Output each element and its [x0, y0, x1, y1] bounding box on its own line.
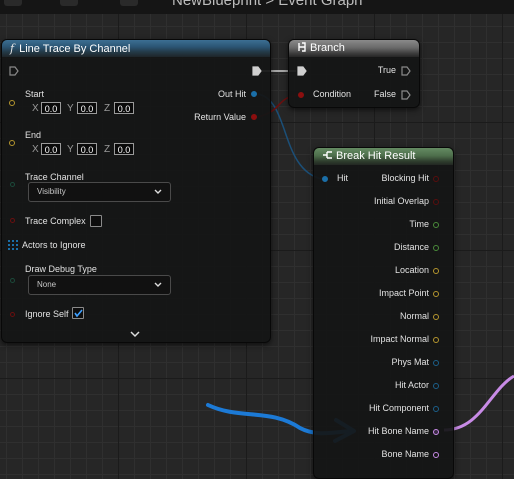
node-title: Break Hit Result: [336, 150, 416, 162]
hit-bone-name-wire: [443, 374, 514, 432]
hit-actor-pin[interactable]: [433, 383, 439, 389]
end-x-axis-label: X: [32, 144, 39, 155]
trace-channel-dropdown[interactable]: Visibility: [28, 182, 171, 202]
end-label: End: [25, 130, 42, 140]
normal-pin[interactable]: [433, 314, 439, 320]
start-x-axis-label: X: [32, 103, 39, 114]
node-header[interactable]: Break Hit Result: [314, 148, 453, 165]
start-vector-pin[interactable]: [9, 100, 15, 106]
out-hit-label: Out Hit: [217, 89, 246, 99]
advanced-display-chevron-icon[interactable]: [130, 331, 140, 338]
location-pin[interactable]: [433, 268, 439, 274]
node-header[interactable]: Branch: [289, 40, 419, 57]
start-x-field[interactable]: 0.0: [41, 102, 61, 114]
end-y-field[interactable]: 0.0: [77, 143, 97, 155]
hit-label: Hit: [337, 173, 348, 183]
false-exec-pin[interactable]: [401, 90, 411, 100]
ignore-self-checkbox[interactable]: [72, 307, 84, 319]
start-y-field[interactable]: 0.0: [77, 102, 97, 114]
true-exec-pin[interactable]: [401, 66, 411, 76]
checkmark-icon: [74, 309, 83, 318]
end-y-axis-label: Y: [67, 144, 74, 155]
chevron-down-icon: [154, 189, 162, 194]
end-z-axis-label: Z: [104, 144, 111, 155]
trace-complex-label: Trace Complex: [25, 216, 86, 226]
ignore-self-label: Ignore Self: [25, 309, 69, 319]
output-label: Bone Name: [381, 449, 429, 459]
output-label: Phys Mat: [391, 357, 429, 367]
output-label: Impact Point: [378, 288, 429, 298]
node-title: Line Trace By Channel: [19, 43, 131, 55]
bone-name-pin[interactable]: [433, 452, 439, 458]
exec-out-pin[interactable]: [252, 66, 262, 76]
output-label: Distance: [393, 242, 429, 252]
array-pin-icon[interactable]: [8, 240, 18, 250]
ignore-self-pin[interactable]: [10, 312, 15, 317]
function-icon: f: [10, 42, 15, 55]
output-label: Hit Actor: [394, 380, 429, 390]
output-label: Hit Component: [368, 403, 429, 413]
output-label: Location: [394, 265, 429, 275]
actors-to-ignore-label: Actors to Ignore: [22, 240, 86, 250]
trace-complex-checkbox[interactable]: [90, 215, 102, 227]
condition-label: Condition: [313, 89, 352, 99]
blocking-hit-pin[interactable]: [433, 176, 439, 182]
output-label: Blocking Hit: [381, 173, 429, 183]
trace-channel-pin[interactable]: [10, 182, 15, 187]
impact-normal-pin[interactable]: [433, 337, 439, 343]
exec-in-pin[interactable]: [9, 66, 19, 76]
end-vector-pin[interactable]: [9, 140, 15, 146]
break-struct-icon: [323, 151, 332, 159]
draw-debug-type-pin[interactable]: [10, 278, 15, 283]
branch-icon: [298, 42, 306, 52]
start-label: Start: [25, 89, 45, 99]
hit-input-pin[interactable]: [322, 176, 328, 182]
time-pin[interactable]: [433, 222, 439, 228]
draw-debug-type-label: Draw Debug Type: [25, 264, 97, 274]
node-title: Branch: [310, 42, 345, 54]
condition-pin[interactable]: [298, 92, 304, 98]
distance-pin[interactable]: [433, 245, 439, 251]
start-y-axis-label: Y: [67, 103, 74, 114]
draw-debug-type-value: None: [37, 280, 57, 289]
end-x-field[interactable]: 0.0: [41, 143, 61, 155]
return-value-label: Return Value: [194, 112, 246, 122]
chevron-down-icon: [154, 282, 162, 287]
end-z-field[interactable]: 0.0: [114, 143, 134, 155]
branch-exec-in-pin[interactable]: [297, 66, 307, 76]
node-header[interactable]: f Line Trace By Channel: [2, 40, 270, 57]
true-label: True: [377, 65, 396, 75]
start-z-axis-label: Z: [104, 103, 111, 114]
output-label: Impact Normal: [370, 334, 429, 344]
hit-bone-name-pin[interactable]: [433, 429, 439, 435]
draw-debug-type-dropdown[interactable]: None: [28, 275, 171, 295]
trace-complex-pin[interactable]: [10, 218, 15, 223]
output-label: Normal: [399, 311, 429, 321]
false-label: False: [373, 89, 396, 99]
impact-point-pin[interactable]: [433, 291, 439, 297]
trace-channel-value: Visibility: [37, 187, 66, 196]
hit-component-pin[interactable]: [433, 406, 439, 412]
start-z-field[interactable]: 0.0: [114, 102, 134, 114]
out-hit-pin[interactable]: [251, 91, 257, 97]
phys-mat-pin[interactable]: [433, 360, 439, 366]
output-label: Time: [409, 219, 429, 229]
trace-channel-label: Trace Channel: [25, 172, 84, 182]
return-value-pin[interactable]: [251, 114, 257, 120]
initial-overlap-pin[interactable]: [433, 199, 439, 205]
output-label: Hit Bone Name: [367, 426, 429, 436]
output-label: Initial Overlap: [373, 196, 429, 206]
